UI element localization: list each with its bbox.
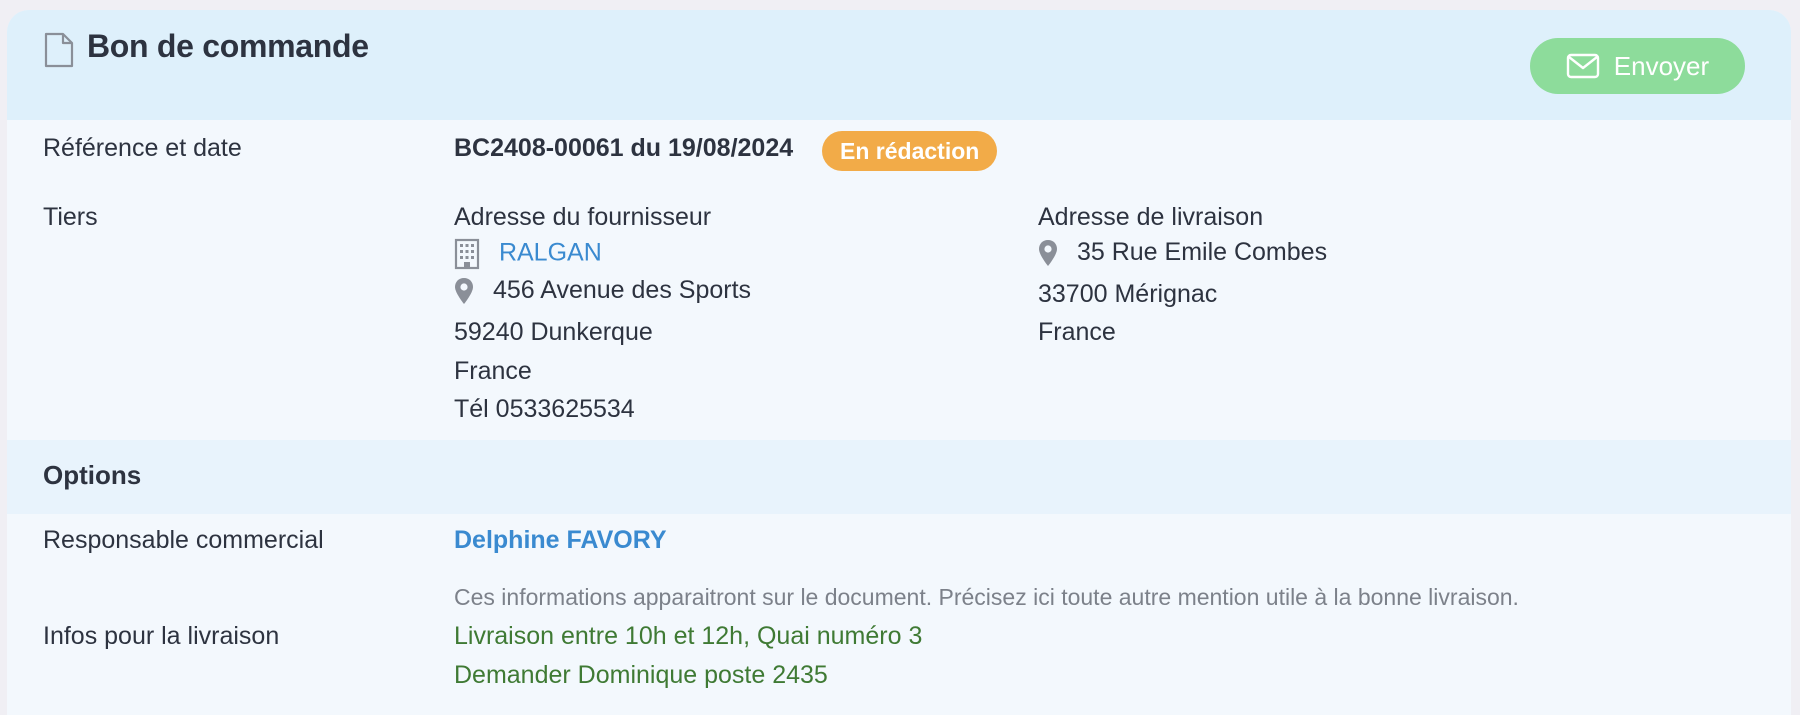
supplier-address-heading: Adresse du fournisseur [454,203,712,231]
page-title: Bon de commande [87,28,369,64]
sales-rep-label: Responsable commercial [43,526,324,554]
reference-label: Référence et date [43,134,242,162]
send-button[interactable]: Envoyer [1530,38,1745,94]
building-icon [454,238,480,270]
delivery-info-line: Livraison entre 10h et 12h, Quai numéro … [454,622,923,650]
purchase-order-card: Bon de commande Envoyer Référence et dat… [7,10,1791,715]
reference-value: BC2408-00061 du 19/08/2024 [454,134,794,162]
delivery-country: France [1038,318,1116,346]
delivery-info-line: Demander Dominique poste 2435 [454,661,828,689]
options-section-band [7,440,1791,514]
delivery-info-label: Infos pour la livraison [43,622,280,650]
supplier-country: France [454,357,532,385]
send-button-label: Envoyer [1613,50,1710,81]
supplier-street: 456 Avenue des Sports [492,276,752,304]
tiers-label: Tiers [43,203,98,231]
delivery-city: 33700 Mérignac [1038,280,1218,308]
delivery-address-heading: Adresse de livraison [1038,203,1264,231]
delivery-street: 35 Rue Emile Combes [1076,238,1328,266]
supplier-street-row: 456 Avenue des Sports [454,276,751,305]
card-header: Bon de commande Envoyer [7,10,1791,120]
sales-rep-link[interactable]: Delphine FAVORY [454,526,667,555]
document-icon [44,32,74,68]
map-pin-icon [455,278,473,305]
status-badge: En rédaction [822,131,998,171]
delivery-street-row: 35 Rue Emile Combes [1038,238,1327,267]
envelope-icon [1566,53,1599,79]
supplier-phone: Tél 0533625534 [454,395,635,423]
supplier-name-row: RALGAN [454,238,602,270]
supplier-name-link[interactable]: RALGAN [499,239,602,267]
map-pin-icon [1039,240,1057,267]
options-title: Options [43,460,142,490]
supplier-city: 59240 Dunkerque [454,318,653,346]
delivery-info-hint: Ces informations apparaitront sur le doc… [454,584,1519,610]
